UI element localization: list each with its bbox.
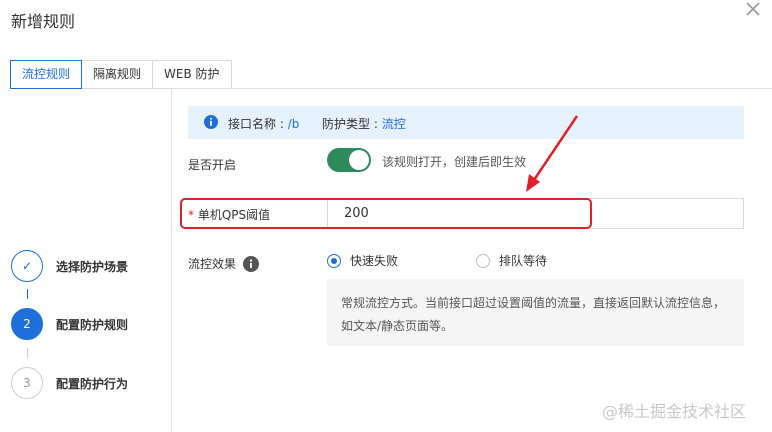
step-configure-behavior: 3 配置防护行为 <box>11 367 128 399</box>
dialog-title: 新增规则 <box>11 12 76 31</box>
step-connector <box>27 348 28 358</box>
effect-description: 常规流控方式。当前接口超过设置阈值的流量，直接返回默认流控信息， 如文本/静态页… <box>327 279 744 346</box>
enabled-toggle[interactable] <box>327 148 371 172</box>
tab-web-protection[interactable]: WEB 防护 <box>153 60 232 89</box>
enabled-label: 是否开启 <box>188 158 237 172</box>
watermark: @稀土掘金技术社区 <box>602 402 747 421</box>
interface-name: 接口名称 : /b <box>228 117 300 131</box>
step-select-scene: ✓ 选择防护场景 <box>11 250 128 282</box>
interface-info-bar: 接口名称 : /b 防护类型 : 流控 <box>188 106 744 139</box>
step-done-icon: ✓ <box>11 250 43 282</box>
tab-isolation[interactable]: 隔离规则 <box>82 60 154 89</box>
step-configure-rule: 2 配置防护规则 <box>11 308 128 340</box>
tab-flow-control[interactable]: 流控规则 <box>10 60 83 89</box>
enabled-description: 该规则打开，创建后即生效 <box>382 155 527 169</box>
toggle-knob <box>349 150 369 170</box>
protection-type: 防护类型 : 流控 <box>322 117 406 131</box>
rule-type-tabs: 流控规则 隔离规则 WEB 防护 <box>10 60 232 89</box>
radio-circle <box>327 253 341 268</box>
close-icon[interactable] <box>744 0 762 18</box>
radio-circle <box>476 253 490 268</box>
step-connector <box>27 289 28 299</box>
help-icon[interactable] <box>243 255 260 272</box>
info-icon <box>204 115 218 129</box>
effect-label: 流控效果 <box>188 255 260 272</box>
annotation-highlight-box <box>180 198 592 229</box>
radio-fast-fail[interactable]: 快速失败 <box>327 252 398 269</box>
radio-queue-wait[interactable]: 排队等待 <box>476 252 547 269</box>
form-panel <box>171 88 772 432</box>
